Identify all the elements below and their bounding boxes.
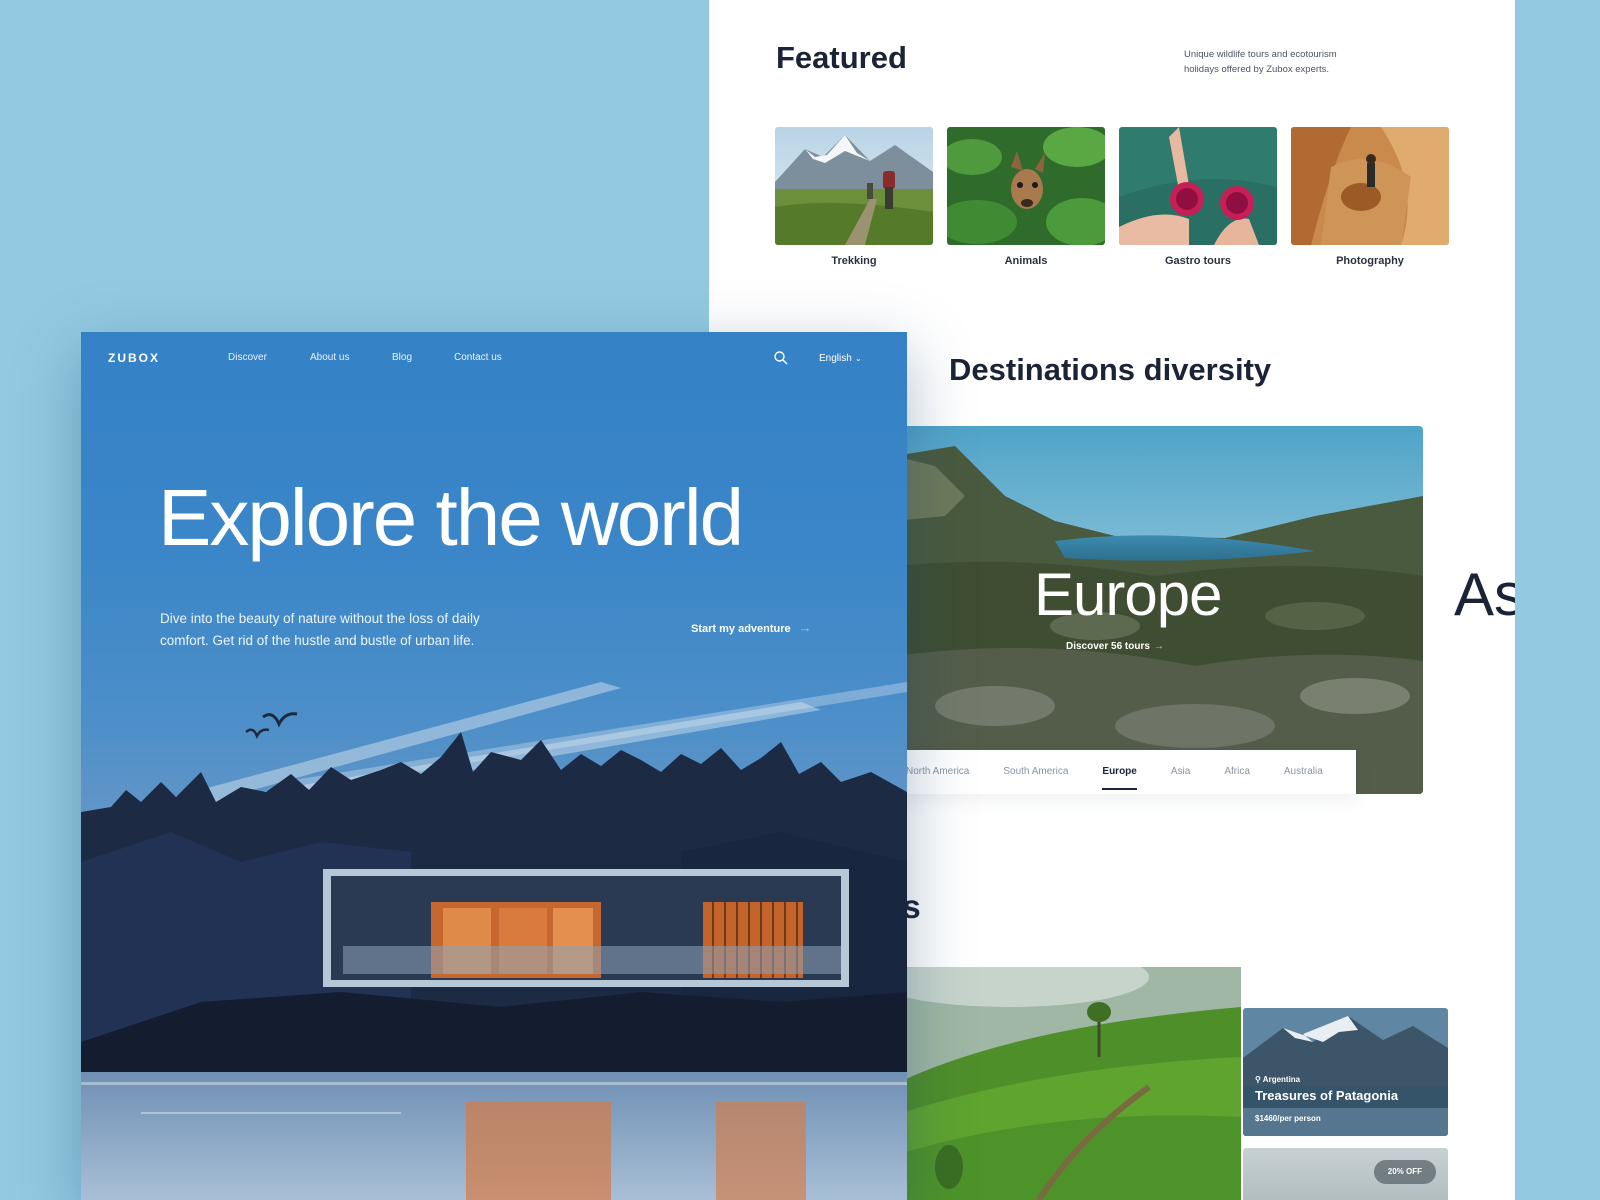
hero-description: Dive into the beauty of nature without t… [160, 611, 480, 648]
language-select[interactable]: English ⌄ [819, 353, 862, 364]
nav-blog[interactable]: Blog [392, 352, 412, 363]
start-adventure-label: Start my adventure [691, 623, 791, 635]
category-card-trekking[interactable]: Trekking [775, 127, 933, 267]
hero-section: ZUBOX Discover About us Blog Contact us … [81, 332, 907, 1200]
tab-europe[interactable]: Europe [1085, 750, 1153, 794]
animals-photo [947, 127, 1105, 245]
trekking-photo [775, 127, 933, 245]
hero-title: Explore the world [158, 473, 744, 562]
chevron-down-icon: ⌄ [854, 354, 862, 363]
category-label: Animals [1004, 255, 1048, 267]
discover-tours-label: Discover 56 tours [1066, 641, 1150, 652]
offer-card-discount[interactable]: 20% OFF [1243, 1148, 1448, 1200]
start-adventure-button[interactable]: Start my adventure → [691, 620, 812, 635]
discount-badge: 20% OFF [1373, 1160, 1436, 1184]
destinations-title: Destinations diversity [949, 352, 1272, 387]
nav-contact-us[interactable]: Contact us [454, 352, 502, 363]
offer-price: $1460/per person [1255, 1114, 1321, 1123]
category-label: Photography [1336, 255, 1404, 267]
nav-about-us[interactable]: About us [310, 352, 349, 363]
search-icon[interactable] [773, 350, 789, 371]
bird-icon [262, 712, 298, 728]
nav-discover[interactable]: Discover [228, 352, 267, 363]
next-destination-peek[interactable]: As [1454, 560, 1515, 629]
top-navigation: ZUBOX Discover About us Blog Contact us … [81, 332, 907, 384]
offer-name: Treasures of Patagonia [1255, 1088, 1399, 1103]
gastro-tours-photo [1119, 127, 1277, 245]
hero-illustration [81, 682, 907, 1200]
featured-title: Featured [776, 40, 907, 75]
category-label: Trekking [831, 255, 877, 267]
tab-asia[interactable]: Asia [1154, 750, 1207, 794]
arrow-right-icon: → [1153, 641, 1164, 652]
offer-main-image[interactable] [889, 967, 1241, 1200]
photography-photo [1291, 127, 1449, 245]
tab-australia[interactable]: Australia [1267, 750, 1340, 794]
language-label: English [819, 353, 852, 364]
offer-location: ⚲ Argentina [1255, 1075, 1300, 1084]
category-card-photography[interactable]: Photography [1291, 127, 1449, 267]
category-card-animals[interactable]: Animals [947, 127, 1105, 267]
category-card-gastro-tours[interactable]: Gastro tours [1119, 127, 1277, 267]
destination-name: Europe [1034, 561, 1222, 628]
region-tabs: North America South America Europe Asia … [889, 750, 1356, 794]
pin-icon: ⚲ [1255, 1075, 1261, 1084]
tab-africa[interactable]: Africa [1207, 750, 1267, 794]
tab-south-america[interactable]: South America [986, 750, 1085, 794]
category-label: Gastro tours [1164, 255, 1231, 267]
discover-tours-link[interactable]: Discover 56 tours → [1066, 641, 1164, 652]
offer-location-label: Argentina [1262, 1075, 1301, 1084]
logo[interactable]: ZUBOX [108, 351, 160, 365]
offer-card-patagonia[interactable]: ⚲ Argentina Treasures of Patagonia $1460… [1243, 1008, 1448, 1136]
arrow-right-icon: → [798, 620, 812, 635]
featured-description: Unique wildlife tours and ecotourism hol… [1184, 49, 1337, 75]
